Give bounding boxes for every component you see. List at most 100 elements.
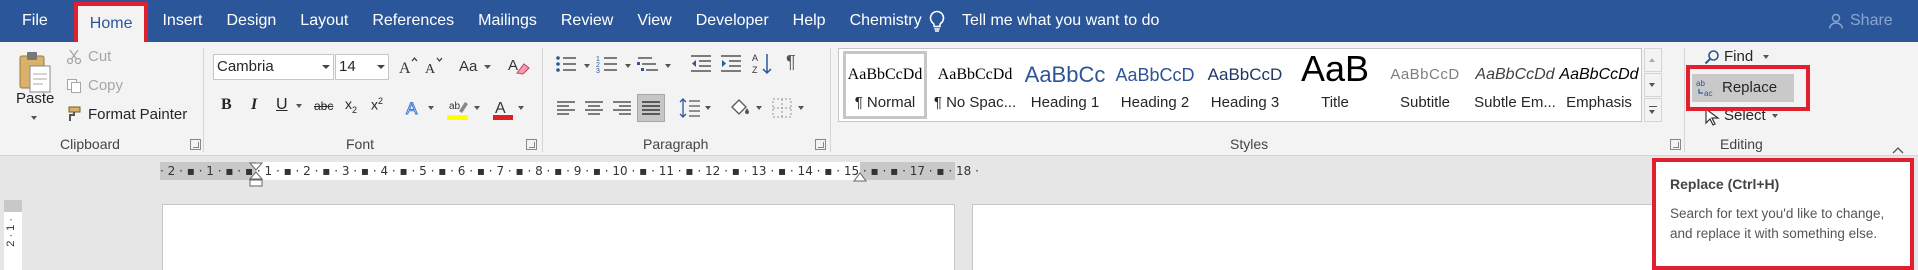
font-color-dropdown-arrow[interactable] xyxy=(518,106,524,110)
multilevel-dropdown-arrow[interactable] xyxy=(665,64,671,68)
share-label: Share xyxy=(1850,12,1893,29)
right-indent-marker-icon[interactable] xyxy=(852,170,868,182)
clear-formatting-icon[interactable]: A xyxy=(508,54,530,76)
style-sample: AaBbCcDd xyxy=(1559,66,1639,83)
tab-file[interactable]: File xyxy=(0,0,70,42)
paste-dropdown-arrow[interactable] xyxy=(31,116,37,120)
numbering-icon[interactable]: 123 xyxy=(596,54,618,74)
borders-icon[interactable] xyxy=(772,98,792,118)
shading-dropdown-arrow[interactable] xyxy=(756,106,762,110)
align-right-icon[interactable] xyxy=(613,100,631,116)
font-size-combobox[interactable]: 14 xyxy=(335,54,389,80)
tab-help[interactable]: Help xyxy=(781,0,838,42)
grow-font-icon[interactable]: A xyxy=(398,55,418,77)
paragraph-dialog-launcher[interactable] xyxy=(815,139,826,150)
superscript-button[interactable]: x2 xyxy=(371,96,383,113)
align-center-icon[interactable] xyxy=(585,100,603,116)
tab-home[interactable]: Home xyxy=(73,2,149,46)
bullets-icon[interactable] xyxy=(555,54,577,74)
tab-review[interactable]: Review xyxy=(549,0,625,42)
highlight-dropdown-arrow[interactable] xyxy=(474,106,480,110)
paste-button[interactable]: Paste xyxy=(16,90,54,107)
svg-text:ab: ab xyxy=(449,101,461,112)
shading-icon[interactable] xyxy=(728,97,752,119)
collapse-ribbon-icon[interactable] xyxy=(1892,146,1904,154)
justify-button[interactable] xyxy=(637,94,665,122)
underline-dropdown-arrow[interactable] xyxy=(296,104,302,108)
underline-button[interactable]: U xyxy=(276,96,288,114)
justify-icon xyxy=(642,101,660,115)
chevron-down-icon xyxy=(1649,83,1655,87)
format-painter-button[interactable]: Format Painter xyxy=(88,106,187,123)
style-sample: AaBbCcD xyxy=(1390,66,1460,83)
font-group-label: Font xyxy=(346,136,375,152)
indent-marker-icon[interactable] xyxy=(248,162,264,192)
style-heading-2[interactable]: AaBbCcD Heading 2 xyxy=(1111,49,1199,121)
clipboard-dialog-launcher[interactable] xyxy=(190,139,201,150)
style-normal[interactable]: AaBbCcDd ¶ Normal xyxy=(841,49,929,121)
align-left-icon[interactable] xyxy=(557,100,575,116)
find-dropdown-arrow[interactable] xyxy=(1763,55,1769,59)
paste-icon xyxy=(19,52,51,93)
lightbulb-icon xyxy=(929,10,945,32)
tab-layout[interactable]: Layout xyxy=(288,0,360,42)
horizontal-ruler[interactable]: · 2 · ▪ · 1 · ▪ · ▪ · 1 · ▪ · 2 · ▪ · 3 … xyxy=(160,162,979,187)
style-subtle-emphasis[interactable]: AaBbCcDd Subtle Em... xyxy=(1471,49,1559,121)
svg-text:A: A xyxy=(508,57,518,74)
change-case-icon[interactable]: Aa xyxy=(458,56,492,76)
bold-button[interactable]: B xyxy=(221,96,232,114)
document-page-1[interactable] xyxy=(162,204,955,270)
sort-icon[interactable]: AZ xyxy=(752,52,772,76)
increase-indent-icon[interactable] xyxy=(720,54,742,74)
svg-text:3: 3 xyxy=(596,68,600,74)
text-effects-dropdown-arrow[interactable] xyxy=(428,106,434,110)
bullets-dropdown-arrow[interactable] xyxy=(584,64,590,68)
borders-dropdown-arrow[interactable] xyxy=(798,106,804,110)
line-spacing-icon[interactable] xyxy=(679,97,701,119)
share-button[interactable]: Share xyxy=(1828,0,1893,42)
style-emphasis[interactable]: AaBbCcDd Emphasis xyxy=(1555,49,1643,121)
strikethrough-button[interactable]: abc xyxy=(314,99,333,113)
select-dropdown-arrow[interactable] xyxy=(1772,114,1778,118)
tab-view[interactable]: View xyxy=(625,0,683,42)
tab-design[interactable]: Design xyxy=(214,0,288,42)
style-heading-3[interactable]: AaBbCcD Heading 3 xyxy=(1201,49,1289,121)
highlighter-icon[interactable]: ab xyxy=(446,97,470,121)
person-icon xyxy=(1828,13,1844,29)
numbering-dropdown-arrow[interactable] xyxy=(625,64,631,68)
gallery-scroll-down[interactable] xyxy=(1644,73,1662,97)
italic-button[interactable]: I xyxy=(251,96,257,114)
replace-highlight-box xyxy=(1686,65,1810,111)
style-title[interactable]: AaB Title xyxy=(1291,49,1379,121)
decrease-indent-icon[interactable] xyxy=(690,54,712,74)
replace-tooltip: Replace (Ctrl+H) Search for text you'd l… xyxy=(1652,158,1914,270)
tell-me-search[interactable]: Tell me what you want to do xyxy=(928,0,1159,42)
subscript-button[interactable]: x2 xyxy=(345,96,357,115)
tab-mailings[interactable]: Mailings xyxy=(466,0,549,42)
style-subtitle[interactable]: AaBbCcD Subtitle xyxy=(1381,49,1469,121)
styles-dialog-launcher[interactable] xyxy=(1670,139,1681,150)
gallery-more-button[interactable] xyxy=(1644,98,1662,122)
gallery-scroll-up[interactable] xyxy=(1644,48,1662,72)
line-spacing-dropdown-arrow[interactable] xyxy=(705,106,711,110)
vertical-ruler[interactable]: 2 · 1 · xyxy=(4,200,22,270)
shrink-font-icon[interactable]: A xyxy=(424,55,444,77)
copy-button[interactable]: Copy xyxy=(88,77,123,94)
style-no-spacing[interactable]: AaBbCcDd ¶ No Spac... xyxy=(931,49,1019,121)
font-color-icon[interactable]: A xyxy=(492,97,514,121)
text-effects-icon[interactable]: A xyxy=(404,97,426,119)
tab-chemistry[interactable]: Chemistry xyxy=(838,0,934,42)
cut-button[interactable]: Cut xyxy=(88,48,111,65)
style-heading-1[interactable]: AaBbCc Heading 1 xyxy=(1021,49,1109,121)
copy-icon xyxy=(67,79,81,93)
tab-insert[interactable]: Insert xyxy=(150,0,214,42)
show-formatting-marks-icon[interactable]: ¶ xyxy=(786,52,796,73)
font-dialog-launcher[interactable] xyxy=(526,139,537,150)
tab-references[interactable]: References xyxy=(360,0,466,42)
multilevel-list-icon[interactable] xyxy=(637,54,659,74)
ribbon-tabs: File Home Insert Design Layout Reference… xyxy=(0,0,934,46)
find-button[interactable]: Find xyxy=(1724,48,1753,65)
document-page-2[interactable] xyxy=(972,204,1672,270)
tab-developer[interactable]: Developer xyxy=(684,0,781,42)
font-name-combobox[interactable]: Cambria xyxy=(213,54,334,80)
